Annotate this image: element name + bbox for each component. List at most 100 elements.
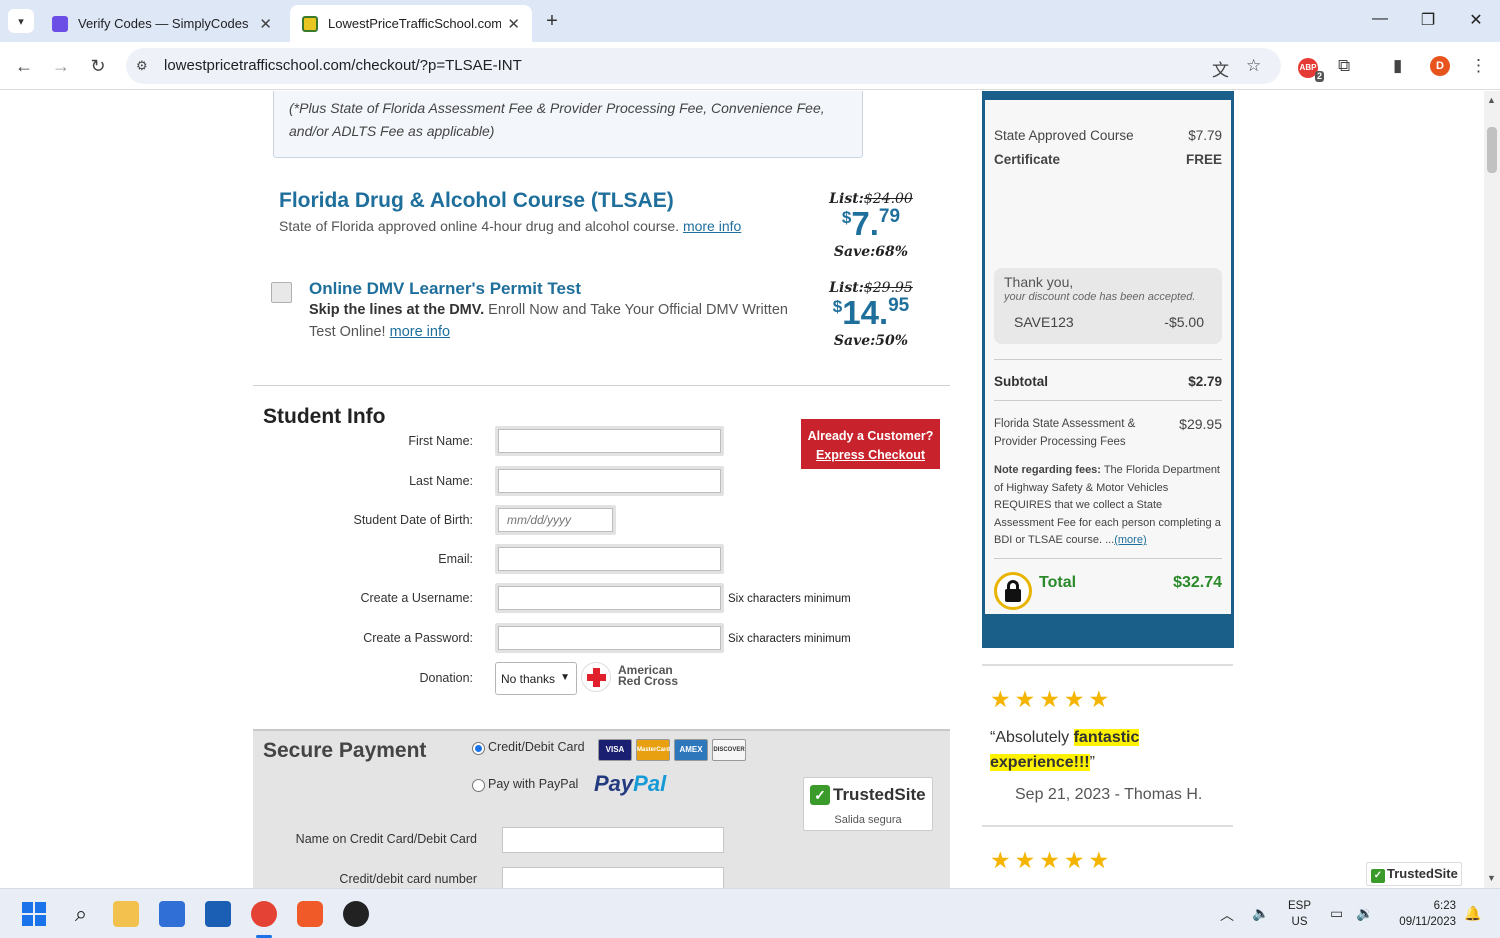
card-name-label: Name on Credit Card/Debit Card <box>295 832 477 846</box>
minimize-button[interactable]: — <box>1368 10 1392 28</box>
chevron-up-icon[interactable]: ︿ <box>1220 905 1234 925</box>
credit-card-radio[interactable] <box>472 742 485 755</box>
scroll-up-icon[interactable]: ▲ <box>1487 95 1496 105</box>
paypal-logo: PayPal <box>594 771 667 796</box>
close-window-button[interactable]: ✕ <box>1464 10 1488 30</box>
dob-field[interactable] <box>495 505 616 535</box>
addon-checkbox[interactable] <box>271 282 292 303</box>
password-hint: Six characters minimum <box>728 633 851 645</box>
close-icon[interactable]: ✕ <box>259 15 272 33</box>
red-cross-icon <box>581 662 611 692</box>
tab-title: Verify Codes — SimplyCodes <box>78 16 249 31</box>
brave-icon[interactable] <box>297 901 323 927</box>
forward-arrow-icon[interactable]: → <box>49 54 73 78</box>
volume-icon[interactable]: 🔈 <box>1252 905 1269 922</box>
last-name-field[interactable] <box>495 466 724 496</box>
tab-simplycodes[interactable]: Verify Codes — SimplyCodes ✕ <box>40 5 284 42</box>
restore-button[interactable]: ❐ <box>1416 10 1440 30</box>
mastercard-icon: MasterCard <box>636 739 670 761</box>
windows-start-icon[interactable] <box>22 902 46 926</box>
first-name-field[interactable] <box>495 426 724 456</box>
side-panel-icon[interactable]: ▮ <box>1393 56 1402 76</box>
donation-select[interactable]: No thanks ▼ <box>495 662 577 695</box>
notification-bell-icon[interactable]: 🔔 <box>1464 905 1481 922</box>
email-label: Email: <box>438 552 473 566</box>
chevron-down-icon: ▾ <box>18 15 24 28</box>
back-arrow-icon[interactable]: ← <box>12 54 36 78</box>
paypal-label[interactable]: Pay with PayPal <box>488 777 578 791</box>
traffic-school-favicon-icon <box>302 15 318 32</box>
addon-more-info-link[interactable]: more info <box>390 324 450 340</box>
scrollbar-thumb[interactable] <box>1487 127 1497 173</box>
addon-price-block: List:$29.95 $14.95 Save:50% <box>816 280 926 349</box>
reload-icon[interactable]: ↻ <box>86 54 110 78</box>
lock-icon <box>994 572 1032 610</box>
secure-payment-section: Secure Payment Credit/Debit Card VISA Ma… <box>253 729 950 888</box>
page-scrollbar[interactable]: ▲ ▼ <box>1484 91 1500 888</box>
discount-amount: -$5.00 <box>1164 314 1204 330</box>
extensions-puzzle-icon[interactable]: ⧉ <box>1338 56 1350 76</box>
tab-lowestpricetrafficschool[interactable]: LowestPriceTrafficSchool.com ✕ <box>290 5 532 42</box>
course-more-info-link[interactable]: more info <box>683 218 741 234</box>
course-description: State of Florida approved online 4-hour … <box>279 218 742 234</box>
username-field[interactable] <box>495 583 724 613</box>
bookmark-star-icon[interactable]: ☆ <box>1246 56 1261 76</box>
fee-explanation: Note regarding fees: The Florida Departm… <box>994 464 1221 546</box>
new-tab-button[interactable]: + <box>538 8 566 36</box>
addon-title: Online DMV Learner's Permit Test <box>309 279 582 298</box>
taskbar: ⌕ ︿ 🔈 ESP US ▭ 🔉 6:23 09/11/2023 🔔 <box>0 888 1500 938</box>
clock[interactable]: 6:23 09/11/2023 <box>1388 898 1456 930</box>
subtotal-row: Subtotal $2.79 <box>994 374 1222 389</box>
fee-note-box: (*Plus State of Florida Assessment Fee &… <box>273 91 863 158</box>
mail-icon[interactable] <box>205 901 231 927</box>
address-bar[interactable]: ⚙ lowestpricetrafficschool.com/checkout/… <box>126 48 1281 84</box>
express-checkout-button[interactable]: Already a Customer? Express Checkout <box>801 419 940 469</box>
checkmark-icon: ✓ <box>810 785 830 805</box>
credit-card-label[interactable]: Credit/Debit Card <box>488 740 585 754</box>
plus-icon: + <box>546 10 558 32</box>
profile-avatar[interactable]: D <box>1430 56 1450 76</box>
simplycodes-favicon-icon <box>52 15 68 32</box>
last-name-label: Last Name: <box>409 474 473 488</box>
chrome-icon[interactable] <box>251 901 277 927</box>
visa-card-icon: VISA <box>598 739 632 761</box>
tab-bar: ▾ Verify Codes — SimplyCodes ✕ LowestPri… <box>0 0 1500 42</box>
w-app-icon[interactable] <box>343 901 369 927</box>
trustedsite-seal[interactable]: ✓ TrustedSite Salida segura <box>803 777 933 831</box>
network-icon[interactable]: ▭ <box>1330 905 1343 922</box>
discover-card-icon: DISCOVER <box>712 739 746 761</box>
save-percent: Save:50% <box>833 333 909 349</box>
donation-label: Donation: <box>419 671 473 685</box>
trustedsite-badge[interactable]: ✓ TrustedSite <box>1366 862 1462 886</box>
course-price-block: List:$24.00 $7.79 Save:68% <box>816 191 926 260</box>
adblock-extension-icon[interactable]: ABP 2 <box>1298 58 1324 82</box>
site-settings-icon[interactable]: ⚙ <box>136 58 148 74</box>
search-icon[interactable]: ⌕ <box>68 901 94 927</box>
url-text[interactable]: lowestpricetrafficschool.com/checkout/?p… <box>164 57 522 74</box>
summary-course-row: State Approved Course $7.79 <box>994 128 1222 143</box>
password-field[interactable] <box>495 623 724 653</box>
checkmark-icon: ✓ <box>1371 869 1385 883</box>
email-field[interactable] <box>495 544 724 574</box>
file-explorer-icon[interactable] <box>113 901 139 927</box>
paypal-radio[interactable] <box>472 779 485 792</box>
language-indicator[interactable]: ESP US <box>1288 898 1311 930</box>
red-cross-logo-text: American Red Cross <box>618 663 679 688</box>
section-divider <box>253 385 950 386</box>
card-name-field[interactable] <box>502 827 724 853</box>
sale-price: $7.79 <box>841 205 901 242</box>
discount-code: SAVE123 <box>1014 314 1074 330</box>
translate-icon[interactable]: 文 <box>1212 56 1229 81</box>
card-number-label: Credit/debit card number <box>339 872 477 886</box>
browser-toolbar: ← → ↻ ⚙ lowestpricetrafficschool.com/che… <box>0 42 1500 90</box>
review-quote: “Absolutely fantastic experience!!!” <box>990 729 1140 771</box>
speaker-icon[interactable]: 🔉 <box>1356 905 1373 922</box>
tab-search-button[interactable]: ▾ <box>8 9 34 33</box>
fee-more-link[interactable]: (more) <box>1114 534 1146 546</box>
scroll-down-icon[interactable]: ▼ <box>1487 873 1496 883</box>
store-icon[interactable] <box>159 901 185 927</box>
tab-title: LowestPriceTrafficSchool.com <box>328 16 502 31</box>
close-icon[interactable]: ✕ <box>507 15 520 33</box>
menu-kebab-icon[interactable]: ⋮ <box>1470 56 1487 76</box>
card-number-field[interactable] <box>502 867 724 888</box>
